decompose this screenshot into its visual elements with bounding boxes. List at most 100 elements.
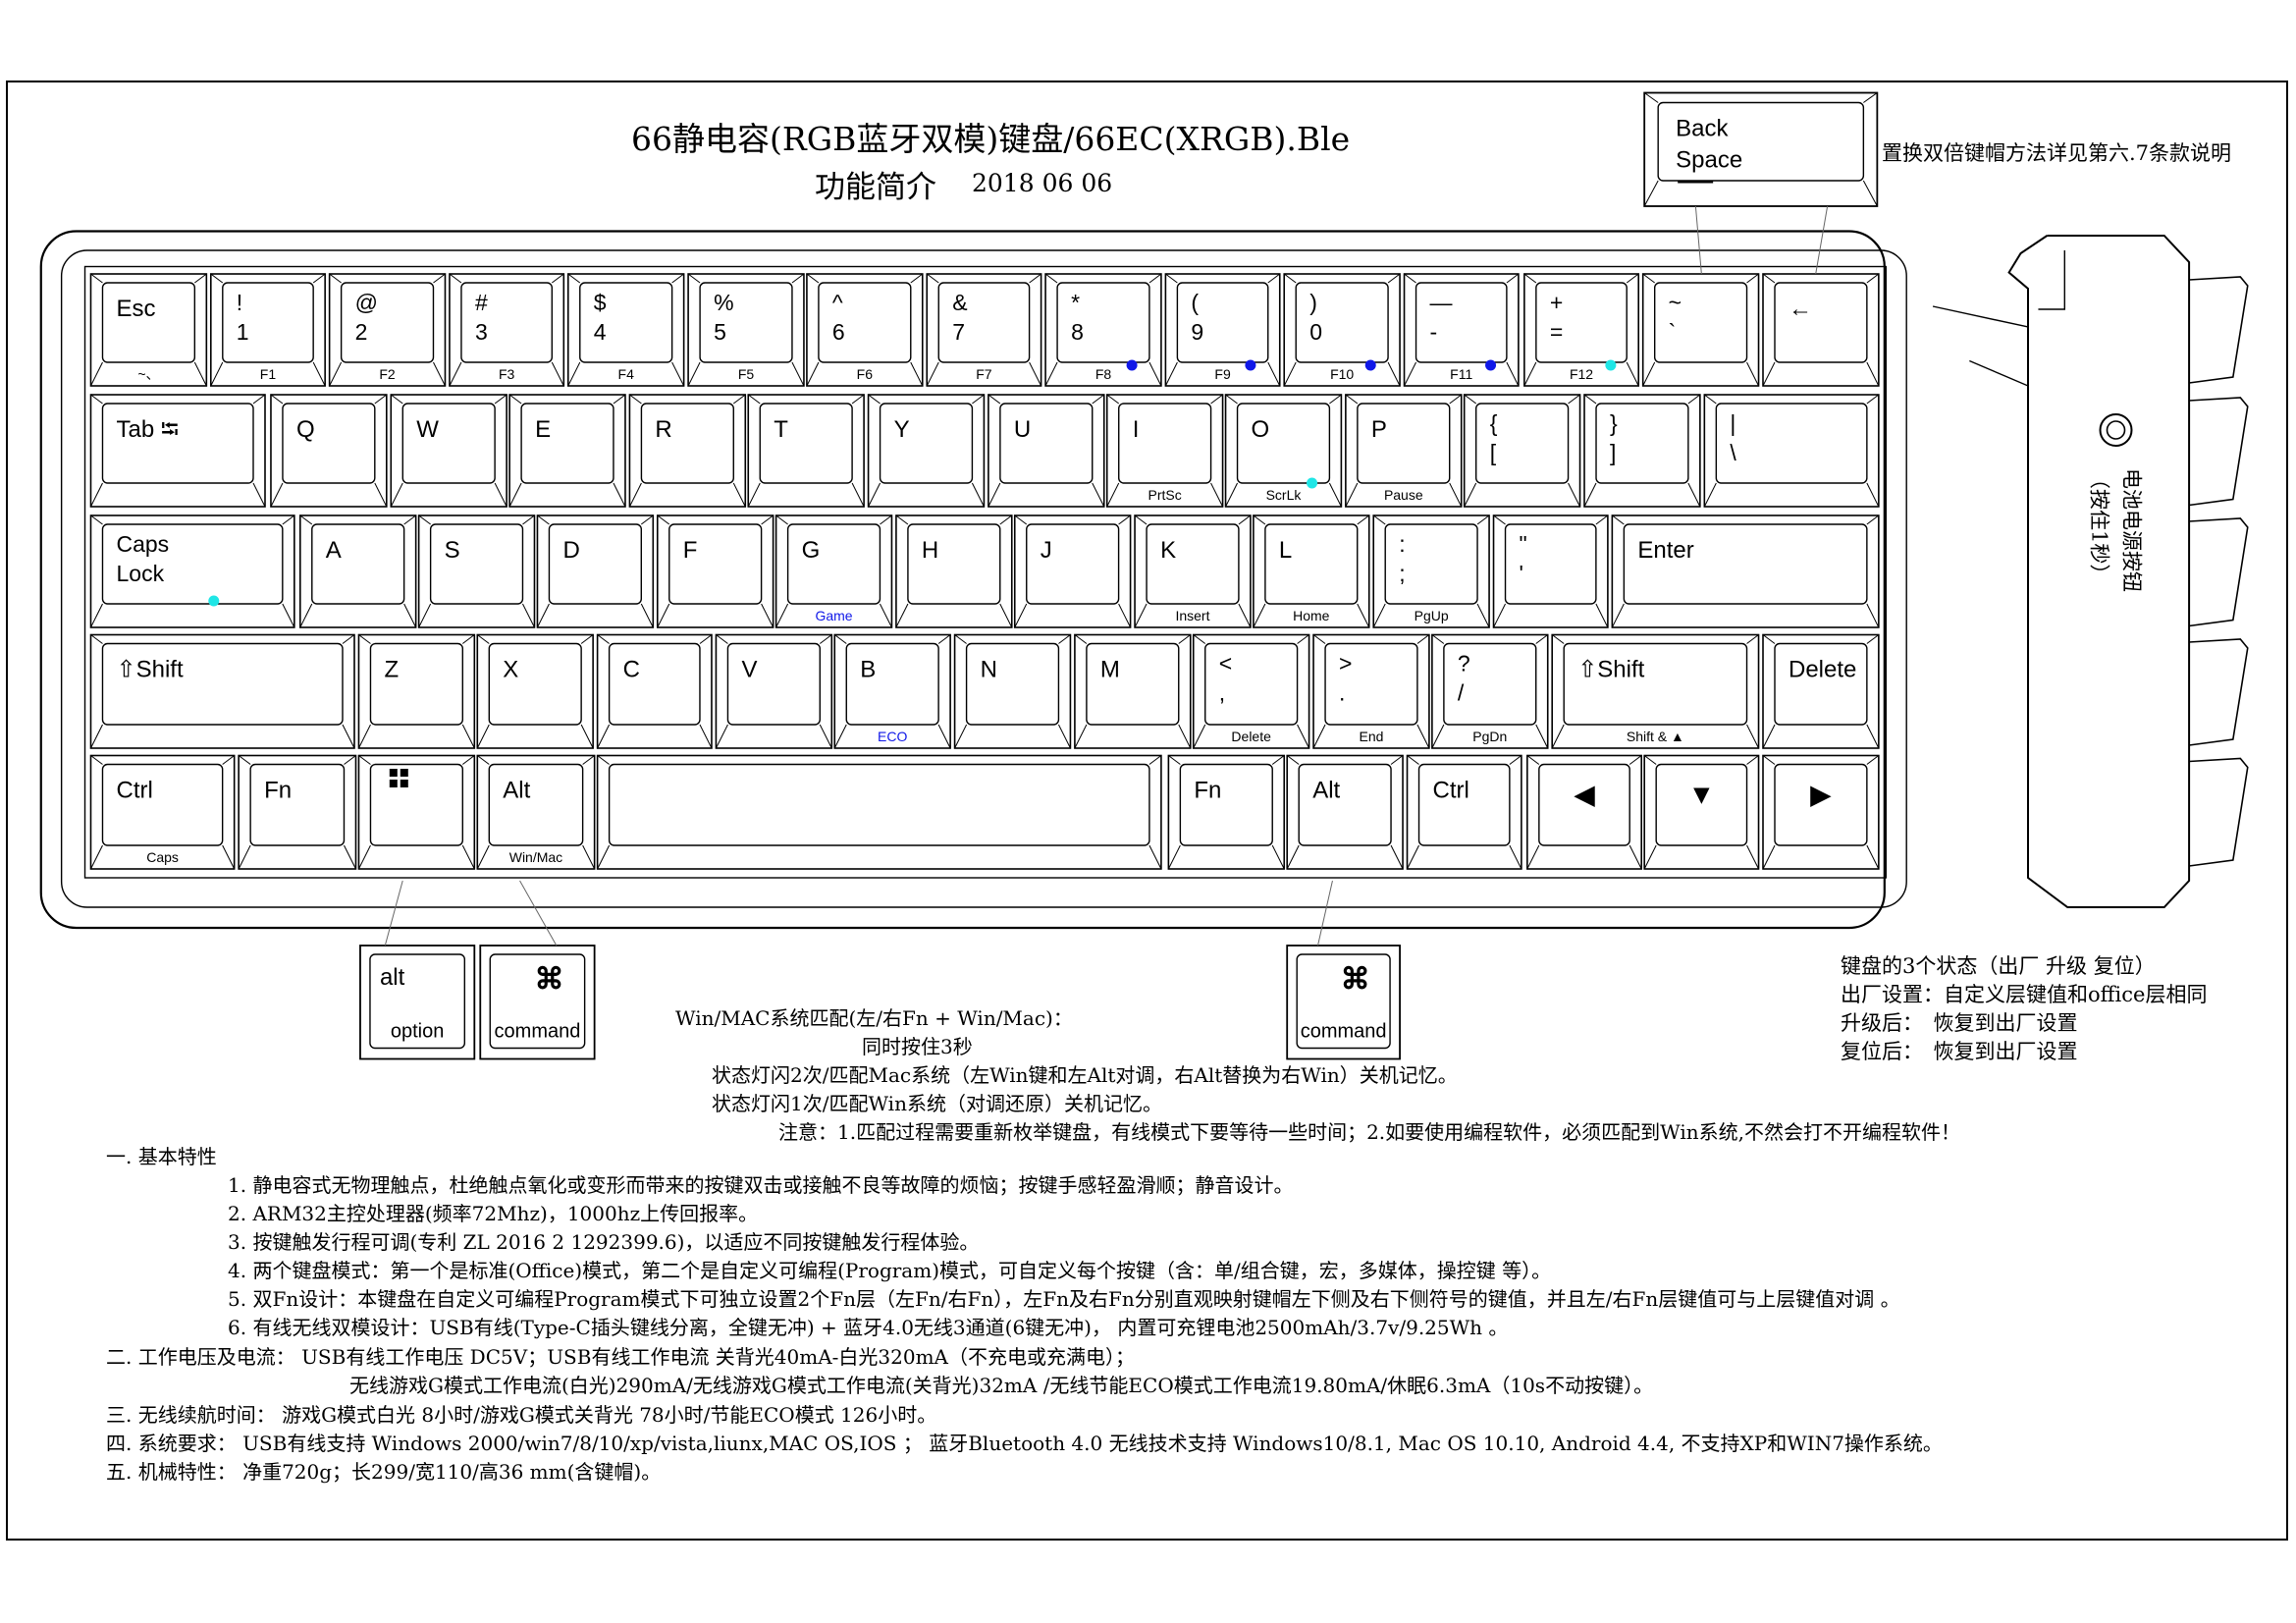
key-r1-c4-fn-label: F3 (499, 366, 515, 382)
pairing-line-4: 状态灯闪1次/匹配Win系统（对调还原）关机记忆。 (712, 1092, 1162, 1115)
key-r4-c11-legend-bottom: / (1458, 680, 1465, 706)
side-keycap-4 (2188, 638, 2249, 746)
key-r3-c7-legend: H (922, 537, 938, 564)
key-r3-c10: L Home (1253, 514, 1370, 628)
key-r1-c5-legend-top: $ (594, 290, 607, 315)
key-r4-c5: V (715, 633, 833, 749)
key-r1-c9-legend-bottom: 8 (1071, 319, 1084, 345)
key-r5-c1-legend: Ctrl (116, 778, 152, 804)
key-r4-c12: ⇧Shift Shift & ▲ (1551, 633, 1760, 749)
key-r2-c14-legend-bottom: \ (1730, 440, 1736, 465)
key-r2-c6: T (747, 394, 865, 508)
key-r1-c11-legend-top: ) (1309, 290, 1317, 315)
feature-item-3: 3. 按键触发行程可调(专利 ZL 2016 2 1292399.6)，以适应不… (228, 1230, 980, 1254)
led-indicator-4 (1605, 359, 1617, 371)
key-r3-c2-legend: A (326, 537, 342, 564)
key-r1-c8-fn-label: F7 (976, 366, 992, 382)
key-r4-c2: Z (357, 633, 476, 749)
features-section-1: 一. 基本特性 (106, 1145, 217, 1168)
key-r1-c13-legend-bottom: = (1550, 319, 1563, 345)
key-r4-c13: Delete (1762, 633, 1880, 749)
pairing-line-3: 状态灯闪2次/匹配Mac系统（左Win键和左Alt对调，右Alt替换为右Win）… (712, 1063, 1458, 1087)
key-r2-c10: O ScrLk (1224, 394, 1343, 508)
key-r1-c12-fn-label: F11 (1450, 366, 1472, 382)
backspace-leader-1 (1694, 205, 1702, 275)
key-r1-c10-legend-top: ( (1191, 290, 1199, 315)
key-r2-c1: Tab ⭾ (89, 394, 266, 508)
feature-item-1: 1. 静电容式无物理触点，杜绝触点氧化或变形而带来的按键双击或接触不良等故障的烦… (228, 1173, 1294, 1197)
key-r4-c9-legend-top: < (1219, 651, 1232, 676)
side-keycap-3 (2188, 517, 2249, 627)
key-r5-c7-legend: Alt (1312, 778, 1340, 804)
key-r2-c5-legend: R (655, 416, 671, 443)
key-r4-c9: <, Delete (1192, 633, 1310, 749)
led-indicator-3 (1485, 359, 1497, 371)
key-r2-c8-legend: U (1014, 416, 1031, 443)
key-r1-c11-legend-bottom: 0 (1309, 319, 1322, 345)
pairing-line-2: 同时按住3秒 (862, 1035, 973, 1058)
key-r1-c3-fn-label: F2 (379, 366, 396, 382)
mac-key-top-label: alt (380, 964, 405, 991)
key-r1-c6-legend-top: % (714, 290, 733, 315)
mac-key-callout-1: alt option (359, 945, 476, 1060)
key-r1-c12-legend-top: — (1430, 290, 1453, 315)
key-r4-c8: M (1074, 633, 1192, 749)
key-r4-c11: ? / PgDn (1431, 633, 1549, 749)
key-r2-c14-top (1715, 403, 1868, 484)
key-r1-c10-fn-label: F9 (1214, 366, 1231, 382)
key-r5-c6: Fn (1167, 754, 1286, 870)
side-keycap-5 (2188, 757, 2249, 867)
side-keycap-2 (2188, 397, 2249, 507)
mac-key-callout-3: ⌘ command (1286, 945, 1401, 1060)
feature-item-4: 4. 两个键盘模式：第一个是标准(Office)模式，第二个是自定义可编程(Pr… (228, 1259, 1552, 1282)
key-r5-c3 (357, 754, 476, 870)
mac-key-top-label: ⌘ (1341, 963, 1370, 996)
pairing-note: 注意：1.匹配过程需要重新枚举键盘，有线模式下要等待一些时间；2.如要使用编程软… (778, 1120, 1961, 1144)
key-r4-c4: C (596, 633, 713, 749)
features-section-5: 五. 机械特性： 净重720g；长299/宽110/高36 mm(含键帽)。 (106, 1460, 662, 1484)
key-r3-c3: S (417, 514, 536, 628)
key-r5-c4-fn-label: Win/Mac (509, 849, 562, 865)
key-r4-c10-legend-top: > (1339, 651, 1352, 676)
key-r1-c9-legend-top: * (1071, 290, 1080, 315)
key-r1-c7-legend-bottom: 6 (832, 319, 845, 345)
key-r5-c5-top (608, 763, 1150, 846)
key-r5-c4: Alt Win/Mac (476, 754, 596, 870)
backspace-callout-label-bottom: Space (1676, 147, 1742, 174)
key-r3-c3-legend: S (445, 537, 460, 564)
key-r4-c12-fn-label: Shift & ▲ (1627, 729, 1684, 744)
key-r1-c6-fn-label: F5 (738, 366, 755, 382)
key-r4-c5-legend: V (741, 657, 757, 683)
key-r3-c13-legend: Enter (1637, 537, 1693, 564)
key-r5-c2: Fn (238, 754, 357, 870)
key-r4-c4-legend: C (623, 657, 640, 683)
key-r4-c10-legend-bottom: . (1339, 680, 1345, 706)
key-r2-c14: |\ (1703, 394, 1880, 508)
key-r2-c13: }] (1583, 394, 1701, 508)
states-title: 键盘的3个状态（出厂 升级 复位） (1841, 954, 2156, 978)
key-r1-c1-fn-label: ~、 (137, 366, 159, 382)
key-r1-c4-legend-bottom: 3 (475, 319, 488, 345)
features-section-3: 三. 无线续航时间： 游戏G模式白光 8小时/游戏G模式关背光 78小时/节能E… (106, 1403, 937, 1427)
key-r1-c15: ← (1762, 273, 1880, 387)
key-r3-c6-fn-label: Game (815, 608, 852, 623)
key-r2-c12: {[ (1463, 394, 1581, 508)
key-r1-c14-legend-top: ~ (1669, 290, 1682, 315)
features-section-4: 四. 系统要求： USB有线支持 Windows 2000/win7/8/10/… (106, 1432, 1943, 1455)
key-r1-c2-legend-bottom: 1 (237, 319, 249, 345)
key-r1-c12-legend-bottom: - (1430, 319, 1438, 345)
led-indicator-5 (1307, 477, 1318, 489)
key-r3-c11-legend-top: : (1399, 531, 1405, 557)
key-r3-c12: "' (1492, 514, 1609, 628)
key-r5-c11: ▶ (1762, 754, 1880, 870)
key-r5-c1-fn-label: Caps (146, 849, 179, 865)
led-indicator-6 (208, 595, 220, 607)
key-r1-c1: Esc ~、 (89, 273, 208, 387)
features-section-2: 二. 工作电压及电流： USB有线工作电压 DC5V；USB有线工作电流 关背光… (106, 1345, 1135, 1369)
key-r3-c8: J (1013, 514, 1132, 628)
key-r4-c7-legend: N (981, 657, 997, 683)
key-r2-c7: Y (867, 394, 986, 508)
led-indicator-2 (1364, 359, 1376, 371)
key-r4-c3: X (476, 633, 594, 749)
mac-leader-2 (519, 880, 558, 947)
